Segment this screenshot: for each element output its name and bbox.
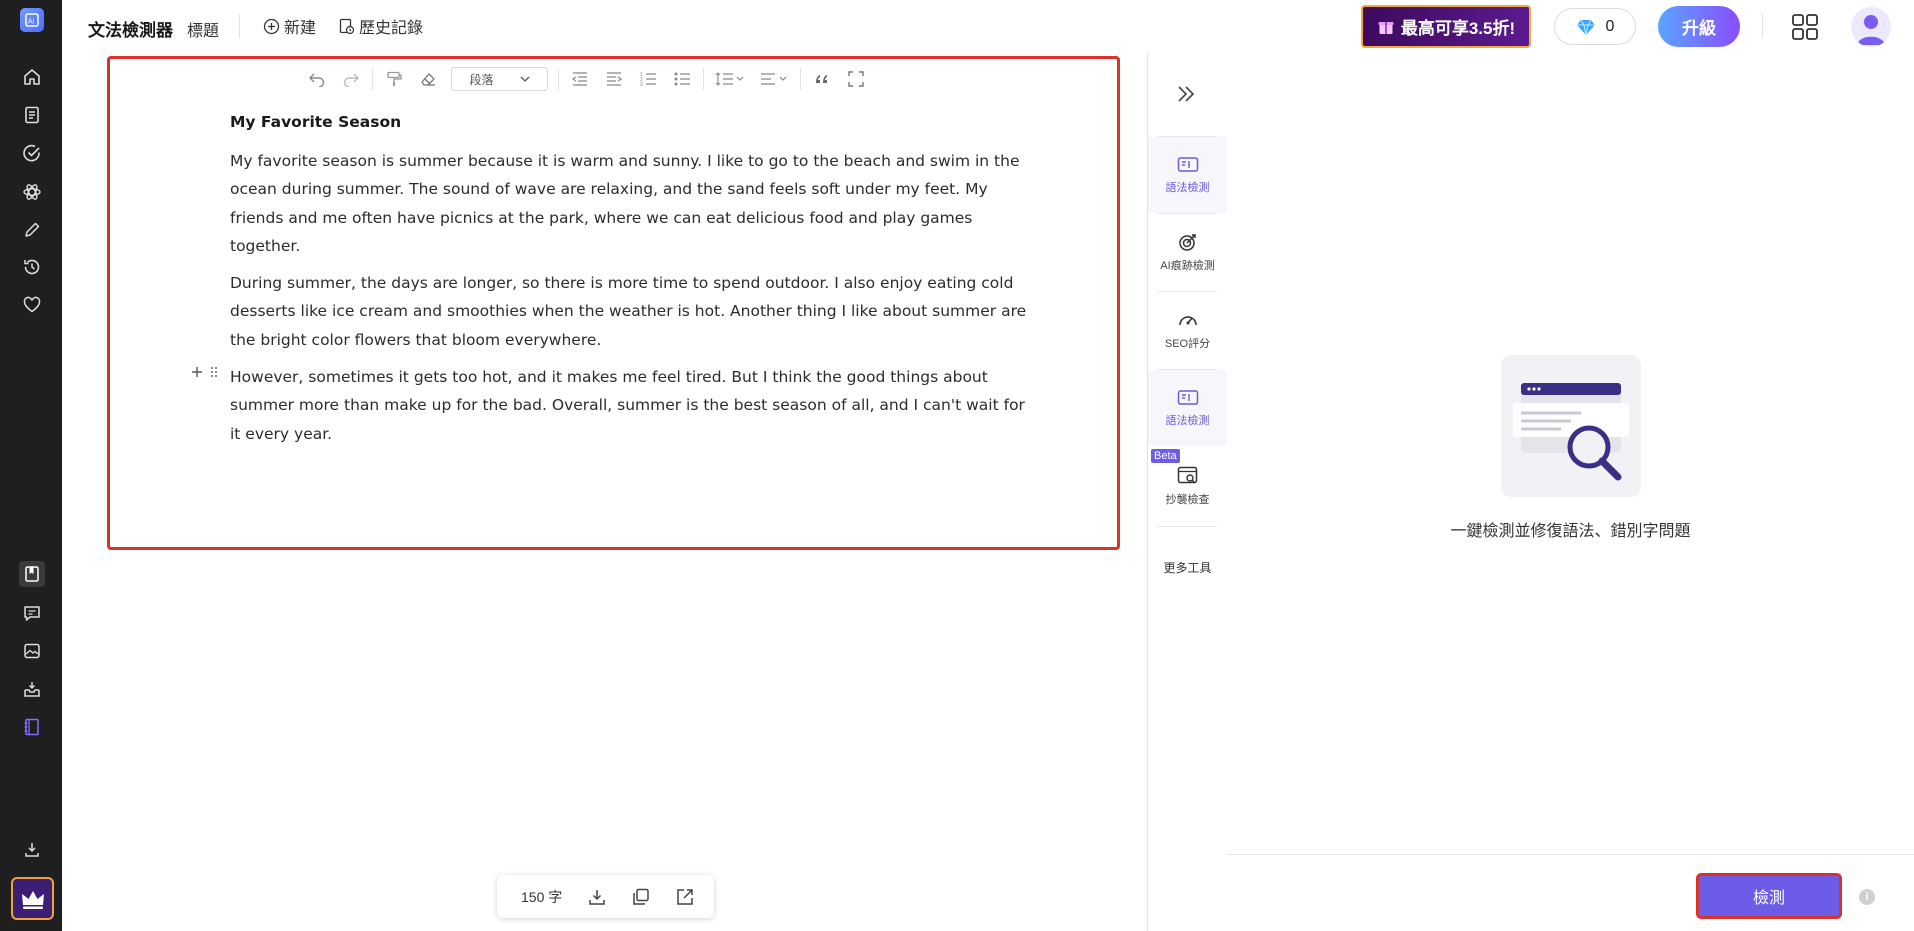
document-heading[interactable]: My Favorite Season	[230, 107, 1030, 137]
collapse-panel-icon[interactable]	[1176, 85, 1196, 103]
paragraph-style-value: 段落	[469, 72, 494, 87]
left-rail: AI	[0, 0, 62, 931]
grammar-check-icon	[1177, 389, 1199, 407]
paragraph[interactable]: However, sometimes it gets too hot, and …	[230, 363, 1030, 448]
indent-icon[interactable]	[597, 66, 631, 92]
crown-icon[interactable]	[11, 877, 54, 920]
svg-text:3: 3	[640, 82, 643, 87]
plus-icon[interactable]	[191, 366, 203, 378]
tool-grammar-check[interactable]: 語法檢測	[1148, 137, 1227, 213]
gem-count: 0	[1605, 17, 1615, 35]
undo-icon[interactable]	[300, 66, 334, 92]
history-icon[interactable]	[19, 254, 45, 280]
more-tools-link[interactable]: 更多工具	[1148, 559, 1227, 576]
toolbar-divider	[558, 68, 559, 90]
align-icon[interactable]	[752, 66, 796, 92]
promo-label: 最高可享3.5折!	[1400, 19, 1516, 38]
chat-icon[interactable]	[19, 600, 45, 626]
history-label: 歷史記錄	[359, 20, 424, 37]
paragraph-handle[interactable]	[191, 366, 219, 378]
line-height-icon[interactable]	[708, 66, 752, 92]
gem-balance[interactable]: 0	[1554, 8, 1636, 45]
new-document-button[interactable]: 新建	[263, 14, 316, 38]
quote-icon[interactable]	[805, 66, 839, 92]
apps-grid-icon[interactable]	[1791, 13, 1819, 41]
user-avatar[interactable]	[1851, 7, 1891, 47]
ordered-list-icon[interactable]: 123	[631, 66, 665, 92]
outdent-icon[interactable]	[563, 66, 597, 92]
history-doc-icon	[338, 18, 355, 35]
document-content[interactable]: My Favorite Season My favorite season is…	[230, 107, 1030, 457]
tool-column: 語法檢測 AI痕跡檢測 SEO評分 語法檢測 抄襲檢查 更多工具	[1148, 53, 1227, 931]
beta-badge: Beta	[1151, 449, 1180, 463]
download-tray-icon[interactable]	[19, 837, 45, 863]
document-icon[interactable]	[19, 102, 45, 128]
bullet-list-icon[interactable]	[665, 66, 699, 92]
paragraph[interactable]: During summer, the days are longer, so t…	[230, 269, 1030, 354]
fullscreen-icon[interactable]	[839, 66, 873, 92]
share-icon[interactable]	[663, 882, 707, 912]
tool-label: 抄襲檢查	[1165, 493, 1210, 506]
diamond-icon	[1576, 18, 1596, 36]
new-label: 新建	[284, 20, 317, 37]
format-toolbar: 段落 123	[300, 66, 873, 92]
word-count: 150 字	[521, 888, 563, 905]
download-icon[interactable]	[575, 882, 619, 912]
empty-state-text: 一鍵檢測並修復語法、錯別字問題	[1450, 523, 1691, 540]
chevron-down-icon	[520, 76, 530, 82]
app-logo-icon[interactable]: AI	[20, 8, 44, 32]
tool-divider	[1158, 526, 1217, 527]
app-title: 文法檢測器	[88, 21, 173, 40]
empty-state-illustration	[1501, 355, 1641, 497]
top-header: 文法檢測器 標題 新建 歷史記錄 最高可享3.5折! 0 升級	[62, 0, 1914, 53]
gift-box-icon	[1377, 18, 1395, 36]
tool-seo-score[interactable]: SEO評分	[1148, 292, 1227, 368]
ai-detect-icon	[1178, 232, 1198, 252]
toolbar-divider	[800, 68, 801, 90]
upgrade-button[interactable]: 升級	[1658, 6, 1740, 47]
drag-handle-icon[interactable]	[209, 366, 219, 378]
document-title[interactable]: 標題	[187, 17, 219, 41]
inbox-icon[interactable]	[19, 676, 45, 702]
format-painter-icon[interactable]	[377, 66, 411, 92]
plagiarism-icon	[1177, 466, 1199, 486]
promo-banner[interactable]: 最高可享3.5折!	[1361, 5, 1531, 48]
pencil-icon[interactable]	[19, 217, 45, 243]
check-circle-icon[interactable]	[19, 140, 45, 166]
toolbar-divider	[703, 68, 704, 90]
panel-footer-divider	[1227, 854, 1914, 855]
redo-icon[interactable]	[334, 66, 368, 92]
toolbar-divider	[372, 68, 373, 90]
tool-label: 語法檢測	[1165, 181, 1210, 194]
detect-button[interactable]: 檢測	[1696, 873, 1842, 919]
paragraph-style-select[interactable]: 段落	[451, 67, 548, 91]
word-count-bar: 150 字	[497, 875, 714, 918]
tool-label: 語法檢測	[1165, 414, 1210, 427]
plus-circle-icon	[263, 18, 280, 35]
notebook-icon[interactable]	[19, 561, 45, 587]
tool-label: AI痕跡檢測	[1160, 259, 1215, 272]
header-divider-right	[1762, 14, 1763, 38]
svg-text:AI: AI	[28, 19, 35, 26]
journal-icon[interactable]	[19, 714, 45, 740]
home-icon[interactable]	[19, 64, 45, 90]
copy-icon[interactable]	[619, 882, 663, 912]
tool-grammar-check[interactable]: 語法檢測	[1148, 370, 1227, 446]
info-icon[interactable]: i	[1859, 889, 1875, 905]
grammar-check-icon	[1177, 156, 1199, 174]
seo-gauge-icon	[1177, 310, 1199, 330]
tool-label: SEO評分	[1164, 337, 1211, 350]
header-divider	[239, 14, 240, 38]
paragraph[interactable]: My favorite season is summer because it …	[230, 147, 1030, 260]
heart-icon[interactable]	[19, 292, 45, 318]
image-icon[interactable]	[19, 638, 45, 664]
result-panel: 一鍵檢測並修復語法、錯別字問題 檢測 i	[1227, 53, 1914, 931]
atom-icon[interactable]	[19, 179, 45, 205]
eraser-icon[interactable]	[411, 66, 445, 92]
history-button[interactable]: 歷史記錄	[338, 14, 423, 38]
tool-ai-detect[interactable]: AI痕跡檢測	[1148, 214, 1227, 290]
